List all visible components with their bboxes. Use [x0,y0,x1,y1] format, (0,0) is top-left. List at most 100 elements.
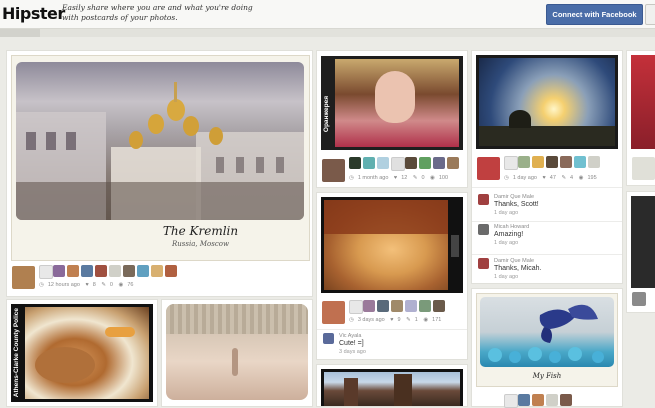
kremlin-photo[interactable] [16,62,304,220]
comment-icon[interactable]: ✎ [561,175,566,181]
commenter-name[interactable]: Micah Howard [494,224,529,230]
comment-icon[interactable]: ✎ [413,175,418,181]
author-avatar[interactable] [12,266,35,289]
liker-avatar[interactable] [532,394,544,406]
author-avatar[interactable] [477,157,500,180]
liker-avatar[interactable] [39,265,53,279]
skin-photo[interactable] [166,304,308,400]
comment-icon[interactable]: ✎ [101,282,106,288]
liker-avatar[interactable] [377,157,389,169]
postcard-location: Russia, Moscow [172,240,229,248]
sub-bar-tab[interactable] [0,29,40,37]
liker-avatar[interactable] [349,157,361,169]
liker-avatar[interactable] [560,394,572,406]
liker-avatar[interactable] [546,156,558,168]
liker-avatar[interactable] [405,157,417,169]
postcard-girl[interactable]: Оранжерея ◷ 1 month ago ♥ 12 ✎ 0 ◉ 100 [317,51,467,187]
liker-avatar[interactable] [123,265,135,277]
selfie-photo[interactable] [321,197,463,293]
liker-avatar[interactable] [419,300,431,312]
horizon [479,126,615,146]
commenter-avatar[interactable] [323,333,334,344]
liker-avatar[interactable] [109,265,121,277]
commenter-name[interactable]: Damir Que Male [494,258,534,264]
comment-icon[interactable]: ✎ [406,317,411,323]
sunset-photo[interactable] [476,55,618,149]
postcard-building[interactable] [317,365,467,406]
comment-text: Cute! =] [339,340,364,347]
girl-photo[interactable]: Оранжерея [321,56,463,150]
divider [472,221,622,222]
connect-facebook-button[interactable]: Connect with Facebook [546,4,643,25]
liker-avatar[interactable] [81,265,93,277]
liker-avatar[interactable] [574,156,586,168]
liker-avatar[interactable] [532,156,544,168]
liker-avatar[interactable] [433,300,445,312]
postcard-sunset[interactable]: ◷ 1 day ago ♥ 47 ✎ 4 ◉ 195 Damir Que Male Th… [472,51,622,283]
liker-avatar[interactable] [95,265,107,277]
comment-time: 1 day ago [494,240,519,246]
commenter-avatar[interactable] [478,194,489,205]
author-avatar[interactable] [322,301,345,324]
partial-photo[interactable] [631,55,655,149]
liker-avatar[interactable] [518,394,530,406]
liker-avatar[interactable] [560,156,572,168]
heart-icon[interactable]: ♥ [394,175,397,181]
shadow-line [232,348,238,376]
liker-avatar[interactable] [518,156,530,168]
postcard-stats: ◷ 1 day ago ♥ 47 ✎ 4 ◉ 195 [504,175,597,181]
hair-shape [324,200,448,234]
partial-photo[interactable] [631,196,655,288]
liker-avatar[interactable] [405,300,417,312]
commenter-name[interactable]: Damir Que Male [494,194,534,200]
liker-avatar[interactable] [391,300,403,312]
photo-vertical-caption: Оранжерея [323,96,330,133]
liker-avatar[interactable] [447,157,459,169]
comment-text: Amazing! [494,231,524,238]
postcard-selfie[interactable]: ◷ 3 days ago ♥ 9 ✎ 1 ◉ 171 Vic Ayala Cute! =… [317,193,467,359]
fish-photo[interactable] [480,297,614,367]
postcard-frame: My Fish [476,293,618,387]
logo[interactable]: Hipster [2,4,65,23]
commenter-avatar[interactable] [478,258,489,269]
liker-avatar[interactable] [53,265,65,277]
commenter-avatar[interactable] [478,224,489,235]
comment-time: 1 day ago [494,210,519,216]
liker-avatar[interactable] [391,157,405,171]
heart-icon[interactable]: ♥ [543,175,546,181]
clock-icon: ◷ [349,317,354,323]
postcard-partial-right[interactable] [627,51,655,185]
liker-avatar[interactable] [419,157,431,169]
building-photo[interactable] [321,369,463,406]
liker-avatar[interactable] [504,156,518,170]
fish-illustration [488,304,604,363]
postcard-police[interactable]: Athens-Clarke County Police [7,300,157,406]
liker-avatar[interactable] [67,265,79,277]
postcard-skin[interactable] [162,300,312,406]
eye-icon: ◉ [423,317,429,323]
liker-avatar[interactable] [433,157,445,169]
postcard-stats: ◷ 3 days ago ♥ 9 ✎ 1 ◉ 171 [349,317,442,323]
postcard-fish[interactable]: My Fish [472,289,622,408]
liker-avatar[interactable] [137,265,149,277]
food-photo[interactable]: Athens-Clarke County Police [11,304,153,402]
liker-avatar[interactable] [546,394,558,406]
liker-avatar[interactable] [151,265,163,277]
author-avatar[interactable] [632,292,646,306]
liker-avatar[interactable] [363,300,375,312]
author-avatar[interactable] [322,159,345,182]
liker-avatar[interactable] [165,265,177,277]
heart-icon[interactable]: ♥ [85,282,88,288]
commenter-name[interactable]: Vic Ayala [339,333,361,339]
heart-icon[interactable]: ♥ [390,317,393,323]
liker-avatar[interactable] [588,156,600,168]
secondary-button[interactable] [645,4,655,25]
tree-shape [509,110,531,128]
postcard-partial-right-2[interactable] [627,192,655,312]
liker-avatar[interactable] [349,300,363,314]
postcard-stats: ◷ 1 month ago ♥ 12 ✎ 0 ◉ 100 [349,175,449,181]
liker-avatar[interactable] [377,300,389,312]
author-avatar[interactable] [632,157,655,180]
postcard-kremlin[interactable]: The Kremlin Russia, Moscow ◷ 12 hours ago… [7,51,312,296]
liker-avatar[interactable] [363,157,375,169]
